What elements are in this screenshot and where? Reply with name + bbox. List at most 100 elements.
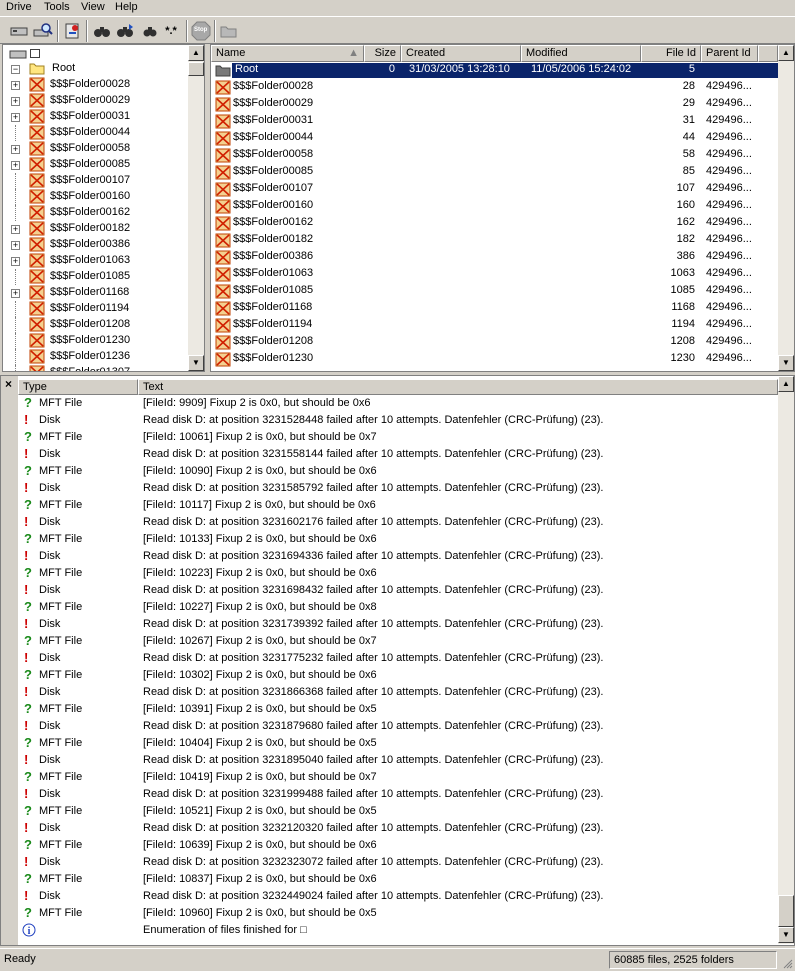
table-row[interactable]: $$$Folder00386 386 429496...	[211, 249, 778, 266]
drive-icon[interactable]	[8, 20, 30, 42]
tree-item[interactable]: + $$$Folder00031	[3, 109, 189, 125]
tree-item[interactable]: + $$$Folder00386	[3, 237, 189, 253]
scroll-down-icon[interactable]: ▼	[188, 355, 204, 371]
folder-icon[interactable]	[218, 20, 240, 42]
find-next-icon[interactable]	[114, 20, 136, 42]
table-row[interactable]: $$$Folder01194 1194 429496...	[211, 317, 778, 334]
expand-icon[interactable]: +	[11, 161, 20, 170]
log-entry[interactable]: ? MFT File [FileId: 10302] Fixup 2 is 0x0,…	[18, 667, 778, 684]
log-entry[interactable]: ? MFT File [FileId: 10521] Fixup 2 is 0x0,…	[18, 803, 778, 820]
log-column-type[interactable]: Type	[18, 379, 138, 395]
log-entry[interactable]: ! Disk Read disk D: at position 3231739392…	[18, 616, 778, 633]
close-icon[interactable]: ×	[5, 377, 12, 391]
log-entry[interactable]: i Enumeration of files finished for □	[18, 922, 778, 939]
expand-icon[interactable]: +	[11, 257, 20, 266]
column-header-size[interactable]: Size	[364, 45, 401, 62]
table-row[interactable]: $$$Folder00029 29 429496...	[211, 96, 778, 113]
menu-drive[interactable]: Drive	[6, 1, 32, 14]
tree-item[interactable]: + $$$Folder00058	[3, 141, 189, 157]
find-wildcard-icon[interactable]	[139, 20, 161, 42]
log-entry[interactable]: ! Disk Read disk D: at position 3231585792…	[18, 480, 778, 497]
log-entry[interactable]: ! Disk Read disk D: at position 3231558144…	[18, 446, 778, 463]
log-entry[interactable]: ! Disk Read disk D: at position 3231866368…	[18, 684, 778, 701]
table-row[interactable]: $$$Folder00162 162 429496...	[211, 215, 778, 232]
column-header-modified[interactable]: Modified	[521, 45, 641, 62]
list-scrollbar[interactable]: ▲ ▼	[778, 45, 794, 371]
tree-item[interactable]: $$$Folder01194	[3, 301, 189, 317]
log-entry[interactable]: ? MFT File [FileId: 10404] Fixup 2 is 0x0,…	[18, 735, 778, 752]
scan-icon[interactable]	[62, 20, 84, 42]
menu-help[interactable]: Help	[115, 1, 138, 14]
wildcard-icon[interactable]: *.*	[159, 20, 183, 42]
stop-icon[interactable]: Stop	[190, 20, 212, 42]
tree-item[interactable]: + $$$Folder00182	[3, 221, 189, 237]
tree-item[interactable]: $$$Folder00162	[3, 205, 189, 221]
tree-item[interactable]: $$$Folder00107	[3, 173, 189, 189]
table-row[interactable]: $$$Folder00085 85 429496...	[211, 164, 778, 181]
table-row[interactable]: $$$Folder00160 160 429496...	[211, 198, 778, 215]
tree-item[interactable]: $$$Folder01307	[3, 365, 189, 371]
column-header-created[interactable]: Created	[401, 45, 521, 62]
log-entry[interactable]: ! Disk Read disk D: at position 3231879680…	[18, 718, 778, 735]
expand-icon[interactable]: +	[11, 289, 20, 298]
tree-item[interactable]: + $$$Folder01168	[3, 285, 189, 301]
menu-view[interactable]: View	[81, 1, 105, 14]
collapse-icon[interactable]: −	[11, 65, 20, 74]
tree-scrollbar[interactable]: ▲ ▼	[188, 45, 204, 371]
folder-tree[interactable]: − Root + $$$Folder00028 + $$$Folder00029 + $$…	[2, 44, 205, 372]
scroll-down-icon[interactable]: ▼	[778, 355, 794, 371]
file-list[interactable]: Name ▲ Size Created Modified File Id Par…	[210, 44, 795, 372]
log-entry[interactable]: ? MFT File [FileId: 10090] Fixup 2 is 0x0,…	[18, 463, 778, 480]
expand-icon[interactable]: +	[11, 113, 20, 122]
log-scrollbar[interactable]: ▲ ▼	[778, 376, 794, 944]
log-entry[interactable]: ? MFT File [FileId: 10419] Fixup 2 is 0x0,…	[18, 769, 778, 786]
table-row[interactable]: $$$Folder01063 1063 429496...	[211, 266, 778, 283]
tree-item[interactable]: $$$Folder01230	[3, 333, 189, 349]
tree-item[interactable]: $$$Folder00044	[3, 125, 189, 141]
tree-item[interactable]: + $$$Folder01063	[3, 253, 189, 269]
tree-item[interactable]: + $$$Folder00028	[3, 77, 189, 93]
log-entry[interactable]: ? MFT File [FileId: 10267] Fixup 2 is 0x0,…	[18, 633, 778, 650]
scroll-up-icon[interactable]: ▲	[778, 376, 794, 392]
scroll-up-icon[interactable]: ▲	[778, 45, 794, 61]
scroll-down-icon[interactable]: ▼	[778, 927, 794, 943]
table-row[interactable]: $$$Folder00044 44 429496...	[211, 130, 778, 147]
expand-icon[interactable]: +	[11, 81, 20, 90]
scroll-up-icon[interactable]: ▲	[188, 45, 204, 61]
log-entry[interactable]: ! Disk Read disk D: at position 3231528448…	[18, 412, 778, 429]
drive-search-icon[interactable]	[32, 20, 54, 42]
scroll-thumb[interactable]	[188, 62, 204, 76]
log-entry[interactable]: ! Disk Read disk D: at position 3231694336…	[18, 548, 778, 565]
log-entry[interactable]: ! Disk Read disk D: at position 3232323072…	[18, 854, 778, 871]
tree-item[interactable]: $$$Folder01236	[3, 349, 189, 365]
log-entry[interactable]: ! Disk Read disk D: at position 3231895040…	[18, 752, 778, 769]
expand-icon[interactable]: +	[11, 225, 20, 234]
table-row[interactable]: $$$Folder00031 31 429496...	[211, 113, 778, 130]
resize-grip-icon[interactable]	[781, 957, 793, 969]
log-entry[interactable]: ! Disk Read disk D: at position 3231999488…	[18, 786, 778, 803]
table-row[interactable]: $$$Folder00182 182 429496...	[211, 232, 778, 249]
log-entry[interactable]: ? MFT File [FileId: 10227] Fixup 2 is 0x0,…	[18, 599, 778, 616]
tree-item[interactable]: + $$$Folder00085	[3, 157, 189, 173]
log-entry[interactable]: ? MFT File [FileId: 10639] Fixup 2 is 0x0,…	[18, 837, 778, 854]
log-entry[interactable]: ? MFT File [FileId: 10391] Fixup 2 is 0x0,…	[18, 701, 778, 718]
column-header-name[interactable]: Name ▲	[211, 45, 364, 62]
expand-icon[interactable]: +	[11, 145, 20, 154]
log-entry[interactable]: ! Disk Read disk D: at position 3232449024…	[18, 888, 778, 905]
table-row[interactable]: $$$Folder01208 1208 429496...	[211, 334, 778, 351]
table-row[interactable]: Root 0 31/03/2005 13:28:10 11/05/2006 15:24…	[211, 62, 780, 79]
log-entry[interactable]: ! Disk Read disk D: at position 3232120320…	[18, 820, 778, 837]
tree-item[interactable]: $$$Folder01208	[3, 317, 189, 333]
menu-tools[interactable]: Tools	[44, 1, 70, 14]
table-row[interactable]: $$$Folder00107 107 429496...	[211, 181, 778, 198]
log-entry[interactable]: ! Disk Read disk D: at position 3231602176…	[18, 514, 778, 531]
expand-icon[interactable]: +	[11, 97, 20, 106]
log-entry[interactable]: ? MFT File [FileId: 10061] Fixup 2 is 0x0,…	[18, 429, 778, 446]
column-header-parent-id[interactable]: Parent Id	[701, 45, 758, 62]
log-entry[interactable]: ? MFT File [FileId: 10837] Fixup 2 is 0x0,…	[18, 871, 778, 888]
table-row[interactable]: $$$Folder01085 1085 429496...	[211, 283, 778, 300]
table-row[interactable]: $$$Folder00028 28 429496...	[211, 79, 778, 96]
find-icon[interactable]	[91, 20, 113, 42]
table-row[interactable]: $$$Folder00058 58 429496...	[211, 147, 778, 164]
log-entry[interactable]: ! Disk Read disk D: at position 3231698432…	[18, 582, 778, 599]
